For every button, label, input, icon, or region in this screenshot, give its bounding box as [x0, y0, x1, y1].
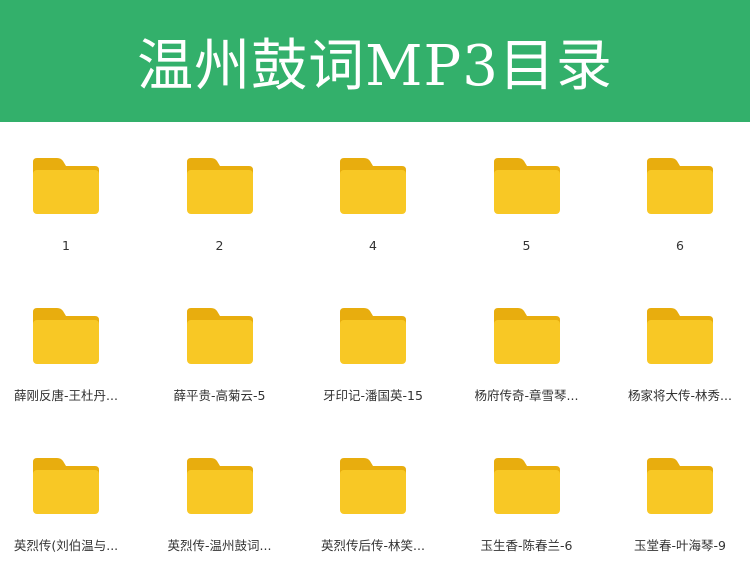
page-title: 温州鼓词MP3目录: [137, 33, 613, 99]
folder-icon: [493, 458, 560, 514]
folder-label: 玉堂春-叶海琴-9: [634, 538, 726, 553]
folder-icon: [186, 158, 253, 214]
folder-item[interactable]: 英烈传(刘伯温与...: [0, 422, 141, 562]
folder-label: 6: [676, 238, 684, 253]
folder-label: 1: [62, 238, 70, 253]
folder-item[interactable]: 薛刚反唐-王杜丹...: [0, 272, 141, 412]
folder-grid: 1 2 4 5 6 薛刚反唐-王杜丹... 薛平贵-高菊云-5 牙印记-潘国英-15 杨府传奇-…: [0, 122, 750, 573]
folder-icon: [186, 458, 253, 514]
folder-label: 玉生香-陈春兰-6: [480, 538, 573, 553]
folder-icon: [340, 458, 406, 514]
folder-item[interactable]: 1: [0, 122, 141, 262]
folder-icon: [647, 158, 713, 214]
folder-icon: [33, 158, 99, 214]
folder-item[interactable]: 2: [145, 122, 295, 262]
header-banner: 温州鼓词MP3目录: [0, 0, 750, 122]
folder-label: 薛刚反唐-王杜丹...: [14, 388, 118, 403]
folder-item[interactable]: 牙印记-潘国英-15: [298, 272, 448, 412]
folder-icon: [340, 158, 406, 214]
folder-label: 英烈传-温州鼓词...: [167, 538, 272, 553]
folder-item[interactable]: 英烈传-温州鼓词...: [145, 422, 295, 562]
folder-item[interactable]: 杨家将大传-林秀...: [605, 272, 750, 412]
folder-icon: [647, 458, 713, 514]
folder-label: 5: [522, 238, 531, 253]
folder-label: 2: [215, 238, 224, 253]
folder-icon: [340, 308, 406, 364]
folder-item[interactable]: 英烈传后传-林笑...: [298, 422, 448, 562]
folder-item[interactable]: 玉堂春-叶海琴-9: [605, 422, 750, 562]
folder-item[interactable]: 6: [605, 122, 750, 262]
folder-label: 4: [369, 238, 377, 253]
folder-label: 牙印记-潘国英-15: [323, 388, 423, 403]
folder-label: 薛平贵-高菊云-5: [173, 388, 266, 403]
folder-icon: [647, 308, 713, 364]
folder-label: 英烈传(刘伯温与...: [13, 538, 119, 553]
folder-label: 杨府传奇-章雪琴...: [474, 388, 579, 403]
folder-icon: [493, 308, 560, 364]
folder-item[interactable]: 杨府传奇-章雪琴...: [452, 272, 602, 412]
folder-icon: [33, 458, 99, 514]
folder-label: 英烈传后传-林笑...: [321, 538, 425, 553]
folder-icon: [186, 308, 253, 364]
folder-item[interactable]: 玉生香-陈春兰-6: [452, 422, 602, 562]
folder-item[interactable]: 5: [452, 122, 602, 262]
folder-icon: [33, 308, 99, 364]
folder-label: 杨家将大传-林秀...: [628, 388, 732, 403]
folder-item[interactable]: 薛平贵-高菊云-5: [145, 272, 295, 412]
folder-icon: [493, 158, 560, 214]
folder-item[interactable]: 4: [298, 122, 448, 262]
